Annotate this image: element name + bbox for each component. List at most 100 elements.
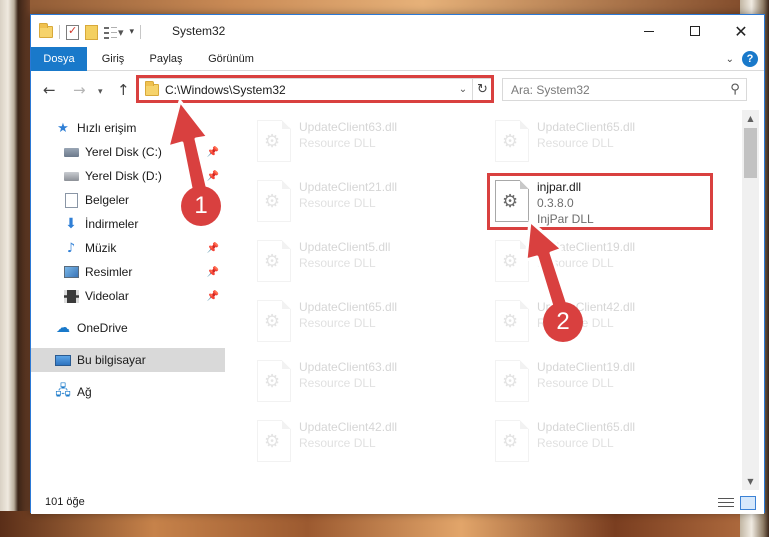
forward-arrow-icon[interactable]: → (73, 81, 86, 99)
refresh-icon[interactable]: ↻ (472, 79, 492, 100)
properties-icon[interactable] (66, 24, 79, 40)
search-box[interactable]: ⚲ (502, 78, 747, 101)
file-description: InjPar DLL (537, 212, 594, 226)
sidebar-item-network[interactable]: 🖧 Ağ (31, 380, 225, 404)
view-switcher (718, 496, 756, 510)
dll-file-icon: ⚙ (257, 360, 291, 402)
documents-icon (63, 192, 79, 208)
file-item[interactable]: ⚙ UpdateClient65.dll Resource DLL (251, 296, 461, 348)
file-item[interactable]: ⚙ UpdateClient21.dll Resource DLL (251, 176, 461, 228)
tab-file[interactable]: Dosya (31, 47, 87, 71)
window-title: System32 (172, 24, 226, 38)
search-input[interactable] (503, 79, 724, 100)
dll-file-icon: ⚙ (495, 360, 529, 402)
sidebar-item-onedrive[interactable]: ☁ OneDrive (31, 316, 225, 340)
pin-icon[interactable]: 📌 (207, 171, 219, 182)
network-icon: 🖧 (55, 383, 71, 399)
pin-icon[interactable]: 📌 (207, 267, 219, 278)
folder-icon (145, 80, 159, 96)
file-item[interactable]: ⚙ UpdateClient42.dll Resource DLL (251, 416, 461, 468)
file-description: Resource DLL (537, 436, 614, 450)
search-icon[interactable]: ⚲ (724, 82, 746, 97)
minimize-button[interactable] (626, 15, 672, 47)
file-description: Resource DLL (537, 136, 614, 150)
star-icon: ★ (57, 120, 69, 136)
pin-icon[interactable]: 📌 (207, 147, 219, 158)
item-count: 101 öğe (45, 496, 85, 508)
file-description: Resource DLL (299, 316, 376, 330)
sidebar-item-label: Hızlı erişim (77, 121, 137, 135)
help-icon[interactable]: ? (742, 51, 758, 67)
file-name: injpar.dll (537, 180, 582, 194)
sidebar-item-this-pc[interactable]: Bu bilgisayar (31, 348, 225, 372)
file-name: UpdateClient21.dll (299, 180, 398, 194)
details-view-icon[interactable] (718, 496, 734, 510)
callout-badge-2: 2 (543, 302, 583, 342)
sidebar-item-label: Belgeler (85, 193, 130, 207)
close-button[interactable]: ✕ (718, 15, 764, 47)
sidebar-item-label: Müzik (85, 241, 117, 255)
qat-view-icon[interactable]: ▾ (104, 25, 124, 39)
maximize-button[interactable] (672, 15, 718, 47)
sidebar-item-label: Resimler (85, 265, 133, 279)
file-name: UpdateClient65.dll (537, 120, 636, 134)
sidebar-item-label: OneDrive (77, 321, 128, 335)
expand-ribbon-icon[interactable]: ⌄ (726, 54, 734, 65)
address-dropdown-icon[interactable]: ⌄ (454, 84, 472, 95)
file-item[interactable]: ⚙ UpdateClient63.dll Resource DLL (251, 356, 461, 408)
address-bar[interactable]: C:\Windows\System32 ⌄ ↻ (138, 78, 493, 101)
sidebar-item-quick-access[interactable]: ★ Hızlı erişim (31, 116, 225, 140)
file-name: UpdateClient65.dll (537, 420, 636, 434)
dll-file-icon: ⚙ (257, 180, 291, 222)
sidebar-item-label: İndirmeler (85, 217, 139, 231)
scrollbar-thumb[interactable] (744, 128, 757, 178)
scroll-down-arrow-icon[interactable]: ▼ (742, 473, 759, 490)
pin-icon[interactable]: 📌 (207, 243, 219, 254)
file-name: UpdateClient19.dll (537, 360, 636, 374)
file-item-injpar[interactable]: ⚙ injpar.dll 0.3.8.0 InjPar DLL (489, 176, 699, 228)
sidebar-item-videos[interactable]: Videolar 📌 (31, 284, 225, 308)
sidebar-item-label: Ağ (77, 385, 92, 399)
up-arrow-icon[interactable]: ↑ (117, 81, 130, 99)
drive-icon (63, 168, 79, 184)
sidebar-item-label: Yerel Disk (C:) (85, 145, 162, 159)
sidebar-item-local-disk-c[interactable]: Yerel Disk (C:) 📌 (31, 140, 225, 164)
quick-access-toolbar: ▾ ▾ (39, 23, 142, 41)
file-description: Resource DLL (299, 196, 376, 210)
file-description: Resource DLL (299, 436, 376, 450)
download-icon: ⬇ (65, 216, 77, 232)
navigation-pane: ★ Hızlı erişim Yerel Disk (C:) 📌 Yerel D… (31, 110, 225, 490)
sidebar-item-local-disk-d[interactable]: Yerel Disk (D:) 📌 (31, 164, 225, 188)
back-arrow-icon[interactable]: ← (43, 81, 56, 99)
dll-file-icon: ⚙ (495, 180, 529, 222)
tab-view[interactable]: Görünüm (197, 47, 265, 71)
new-folder-icon[interactable] (85, 24, 98, 40)
file-item[interactable]: ⚙ UpdateClient65.dll Resource DLL (489, 416, 699, 468)
drive-icon (63, 144, 79, 160)
file-item[interactable]: ⚙ UpdateClient5.dll Resource DLL (251, 236, 461, 288)
address-path[interactable]: C:\Windows\System32 (165, 83, 454, 97)
file-list: ⚙ UpdateClient63.dll Resource DLL ⚙ Upda… (227, 110, 741, 490)
file-item[interactable]: ⚙ UpdateClient65.dll Resource DLL (489, 116, 699, 168)
recent-locations-icon[interactable]: ▾ (98, 83, 103, 101)
file-item[interactable]: ⚙ UpdateClient19.dll Resource DLL (489, 356, 699, 408)
file-name: UpdateClient63.dll (299, 120, 398, 134)
window-controls: ✕ (626, 15, 764, 47)
pin-icon[interactable]: 📌 (207, 291, 219, 302)
sidebar-item-label: Yerel Disk (D:) (85, 169, 162, 183)
file-description: Resource DLL (537, 256, 614, 270)
large-icons-view-icon[interactable] (740, 496, 756, 510)
file-name: UpdateClient19.dll (537, 240, 636, 254)
customize-toolbar-icon[interactable]: ▾ (130, 27, 135, 37)
tab-home[interactable]: Giriş (93, 47, 133, 71)
file-explorer-window: ▾ ▾ System32 ✕ Dosya Giriş Paylaş Görünü… (30, 14, 765, 514)
file-item[interactable]: ⚙ UpdateClient63.dll Resource DLL (251, 116, 461, 168)
sidebar-item-pictures[interactable]: Resimler 📌 (31, 260, 225, 284)
file-item[interactable]: ⚙ UpdateClient19.dll Resource DLL (489, 236, 699, 288)
sidebar-item-music[interactable]: ♪ Müzik 📌 (31, 236, 225, 260)
tab-share[interactable]: Paylaş (141, 47, 191, 71)
scroll-up-arrow-icon[interactable]: ▲ (742, 110, 759, 127)
file-item[interactable]: ⚙ UpdateClient42.dll Resource DLL (489, 296, 699, 348)
separator (140, 25, 142, 39)
vertical-scrollbar[interactable]: ▲ ▼ (742, 110, 759, 490)
